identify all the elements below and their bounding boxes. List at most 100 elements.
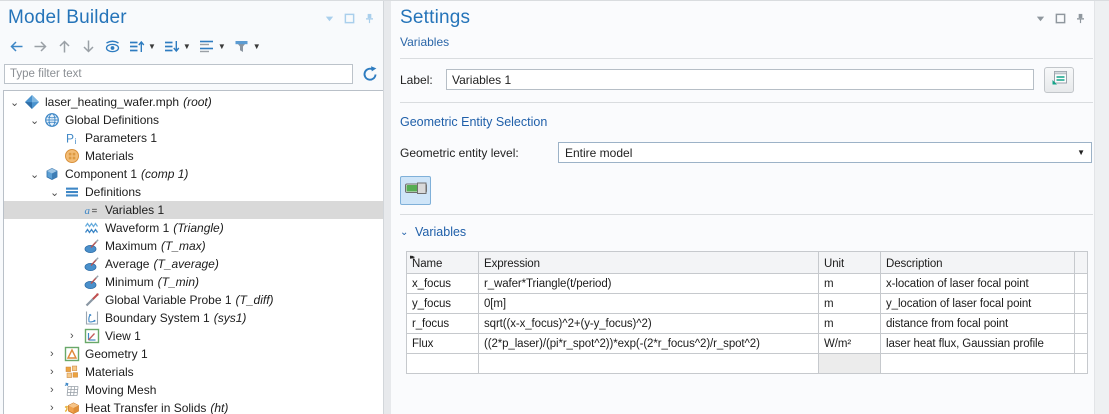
cell-name[interactable]: Flux <box>407 334 479 354</box>
collapse-chevron-icon[interactable]: ⌄ <box>9 96 24 109</box>
cell-description[interactable]: distance from focal point <box>881 314 1075 334</box>
tree-item-laser-heating-wafer-mph[interactable]: ⌄laser_heating_wafer.mph(root) <box>4 93 383 111</box>
tree-item-suffix: (T_min) <box>158 275 199 289</box>
tree-item-variables-1[interactable]: a=Variables 1 <box>4 201 383 219</box>
tree-item-minimum[interactable]: Minimum (T_min) <box>4 273 383 291</box>
cell-name[interactable]: y_focus <box>407 294 479 314</box>
tree-item-global-variable-probe-1[interactable]: Global Variable Probe 1(T_diff) <box>4 291 383 309</box>
cell-expression[interactable]: 0[m] <box>479 294 819 314</box>
column-header-unit[interactable]: Unit <box>819 252 881 274</box>
parameters-icon: Pi <box>64 130 80 146</box>
tree-item-label: Minimum <box>105 275 154 289</box>
tree-item-materials[interactable]: Materials <box>4 147 383 165</box>
panel-menu-caret-icon[interactable] <box>324 13 335 24</box>
cell-description[interactable]: y_location of laser focal point <box>881 294 1075 314</box>
collapse-section-chevron-icon[interactable]: ⌄ <box>400 227 415 238</box>
tree-item-label: Materials <box>85 365 134 379</box>
svg-text:i: i <box>75 137 77 146</box>
cell-name[interactable] <box>407 354 479 374</box>
cell-unit[interactable]: m <box>819 294 881 314</box>
tree-item-label: Moving Mesh <box>85 383 156 397</box>
collapse-chevron-icon[interactable]: ⌄ <box>29 168 44 181</box>
tree-item-view-1[interactable]: › View 1 <box>4 327 383 345</box>
panel-menu-caret-icon[interactable] <box>1035 13 1046 24</box>
cell-unit[interactable]: W/m² <box>819 334 881 354</box>
settings-subtitle: Variables <box>400 35 1094 49</box>
form-icon <box>1051 69 1068 91</box>
geometric-entity-level-select[interactable]: Entire model ▼ <box>558 142 1092 163</box>
collapse-chevron-icon[interactable]: ⌄ <box>49 186 64 199</box>
tree-item-label: View 1 <box>105 329 141 343</box>
boundary-system-icon <box>84 310 100 326</box>
cell-name[interactable]: r_focus <box>407 314 479 334</box>
filter-funnel-button[interactable]: ▼ <box>233 38 261 55</box>
back-arrow-button[interactable] <box>8 38 25 55</box>
cell-spacer <box>1075 354 1088 374</box>
moving-mesh-icon <box>64 382 80 398</box>
expand-chevron-icon[interactable]: › <box>49 348 64 360</box>
tree-item-label: Global Variable Probe 1 <box>105 293 232 307</box>
cell-description[interactable]: x-location of laser focal point <box>881 274 1075 294</box>
cell-expression[interactable]: sqrt((x-x_focus)^2+(y-y_focus)^2) <box>479 314 819 334</box>
expand-down-button[interactable]: ▼ <box>163 38 191 55</box>
tree-item-average[interactable]: Average(T_average) <box>4 255 383 273</box>
expand-up-button[interactable]: ▼ <box>128 38 156 55</box>
cell-unit[interactable]: m <box>819 314 881 334</box>
settings-scrollbar-track[interactable] <box>1094 1 1109 414</box>
node-text-button[interactable]: ▼ <box>198 38 226 55</box>
tree-item-heat-transfer-in-solids[interactable]: ›Heat Transfer in Solids(ht) <box>4 399 383 414</box>
cell-expression[interactable]: ((2*p_laser)/(pi*r_spot^2))*exp(-(2*r_fo… <box>479 334 819 354</box>
tree-item-definitions[interactable]: ⌄Definitions <box>4 183 383 201</box>
expand-chevron-icon[interactable]: › <box>69 330 84 342</box>
cell-description[interactable]: laser heat flux, Gaussian profile <box>881 334 1075 354</box>
select-caret-icon: ▼ <box>1077 148 1085 157</box>
comsol-desktop: Model Builder ▼▼▼▼ ⌄laser_heating_wafer.… <box>0 0 1109 414</box>
refresh-icon[interactable] <box>361 65 379 83</box>
pin-icon[interactable] <box>1075 13 1086 24</box>
tree-item-maximum[interactable]: Maximum(T_max) <box>4 237 383 255</box>
expand-chevron-icon[interactable]: › <box>49 366 64 378</box>
tree-item-suffix: (Triangle) <box>173 221 223 235</box>
tree-item-waveform-1[interactable]: Waveform 1(Triangle) <box>4 219 383 237</box>
column-header-spacer <box>1075 252 1088 274</box>
move-down-button[interactable] <box>80 38 97 55</box>
pin-icon[interactable] <box>364 13 375 24</box>
forward-arrow-button[interactable] <box>32 38 49 55</box>
tree-item-component-1[interactable]: ⌄Component 1(comp 1) <box>4 165 383 183</box>
label-input[interactable] <box>446 69 1034 90</box>
tree-item-moving-mesh[interactable]: › Moving Mesh <box>4 381 383 399</box>
float-window-icon[interactable] <box>1055 13 1066 24</box>
cell-expression[interactable] <box>479 354 819 374</box>
tree-item-global-definitions[interactable]: ⌄Global Definitions <box>4 111 383 129</box>
geometric-entity-level-row: Geometric entity level: Entire model ▼ <box>400 142 1092 163</box>
settings-title: Settings <box>400 7 1094 29</box>
toggle-switch-icon <box>404 180 428 201</box>
caret-down-icon: ▼ <box>183 42 191 51</box>
move-down-icon <box>80 38 97 55</box>
tree-item-parameters-1[interactable]: PiParameters 1 <box>4 129 383 147</box>
tree-item-suffix: (sys1) <box>214 311 247 325</box>
tree-item-geometry-1[interactable]: ›Geometry 1 <box>4 345 383 363</box>
model-builder-toolbar: ▼ ▼ ▼ ▼ <box>8 36 383 56</box>
tree-item-suffix: (root) <box>183 95 212 109</box>
move-up-button[interactable] <box>56 38 73 55</box>
cell-description[interactable] <box>881 354 1075 374</box>
cell-unit[interactable]: m <box>819 274 881 294</box>
cell-name[interactable]: x_focus <box>407 274 479 294</box>
float-window-icon[interactable] <box>344 13 355 24</box>
cell-expression[interactable]: r_wafer*Triangle(t/period) <box>479 274 819 294</box>
tree-item-boundary-system-1[interactable]: Boundary System 1(sys1) <box>4 309 383 327</box>
variable-row: Flux((2*p_laser)/(pi*r_spot^2))*exp(-(2*… <box>407 334 1088 354</box>
column-header-name[interactable]: ▸▸Name <box>407 252 479 274</box>
collapse-chevron-icon[interactable]: ⌄ <box>29 114 44 127</box>
expand-chevron-icon[interactable]: › <box>49 384 64 396</box>
expand-chevron-icon[interactable]: › <box>49 402 64 414</box>
active-selection-toggle-button[interactable] <box>400 176 431 205</box>
show-eye-button[interactable] <box>104 38 121 55</box>
filter-input[interactable] <box>4 64 353 84</box>
panel-splitter[interactable] <box>384 1 391 414</box>
tree-item-materials[interactable]: › Materials <box>4 363 383 381</box>
column-header-expression[interactable]: Expression <box>479 252 819 274</box>
column-header-description[interactable]: Description <box>881 252 1075 274</box>
show-form-button[interactable] <box>1044 67 1074 93</box>
